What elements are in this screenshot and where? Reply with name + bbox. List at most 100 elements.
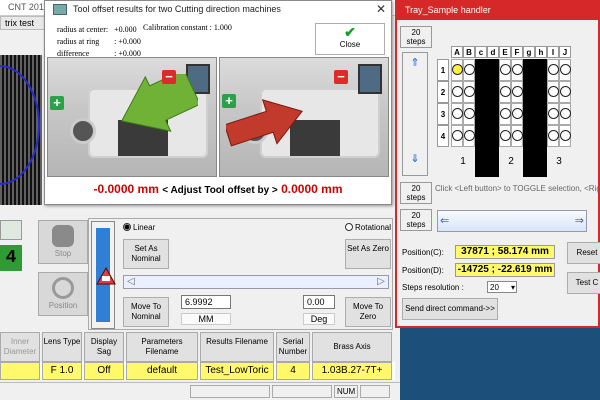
rotation-value-field[interactable]: 0.00 bbox=[303, 295, 335, 309]
row-header[interactable]: 1 bbox=[437, 59, 449, 81]
rotational-radio[interactable]: Rotational bbox=[345, 223, 391, 232]
empty-slot[interactable] bbox=[475, 125, 487, 147]
row-header[interactable]: 2 bbox=[437, 81, 449, 103]
dialog-titlebar: Tool offset results for two Cutting dire… bbox=[45, 1, 391, 19]
column-header[interactable]: F bbox=[511, 46, 523, 58]
sample-well[interactable] bbox=[547, 103, 559, 125]
sample-well[interactable] bbox=[559, 103, 571, 125]
tab-trix-test[interactable]: trix test bbox=[0, 16, 50, 30]
close-button[interactable]: ✔ Close bbox=[315, 23, 385, 55]
radius-ring-value: : +0.000 bbox=[114, 37, 141, 46]
sample-well[interactable] bbox=[499, 125, 511, 147]
header-serial-number[interactable]: Serial Number bbox=[276, 332, 310, 362]
sample-well[interactable] bbox=[511, 81, 523, 103]
sample-well[interactable] bbox=[511, 59, 523, 81]
empty-slot[interactable] bbox=[475, 81, 487, 103]
empty-slot[interactable] bbox=[535, 81, 547, 103]
column-header[interactable]: J bbox=[559, 46, 571, 58]
test-button[interactable]: Test C bbox=[567, 272, 600, 294]
sample-well[interactable] bbox=[511, 103, 523, 125]
sample-well[interactable] bbox=[559, 125, 571, 147]
well-circle bbox=[512, 86, 523, 97]
tray-sample-handler-window: Tray_Sample handler 20 steps ⇑ ⇓ ABcdEFg… bbox=[395, 0, 600, 328]
send-direct-command-button[interactable]: Send direct command->> bbox=[402, 298, 498, 320]
column-header[interactable]: h bbox=[535, 46, 547, 58]
well-circle bbox=[452, 130, 463, 141]
header-brass-axis[interactable]: Brass Axis bbox=[312, 332, 392, 362]
header-results-filename[interactable]: Results Filename bbox=[200, 332, 274, 362]
column-header[interactable]: I bbox=[547, 46, 559, 58]
sample-well[interactable] bbox=[547, 81, 559, 103]
empty-slot[interactable] bbox=[535, 59, 547, 81]
position-button[interactable]: Position bbox=[38, 272, 88, 316]
linear-value-field[interactable]: 6.9992 bbox=[181, 295, 231, 309]
empty-slot[interactable] bbox=[487, 103, 499, 125]
sample-well[interactable] bbox=[499, 81, 511, 103]
sample-well[interactable] bbox=[511, 125, 523, 147]
sample-well[interactable] bbox=[499, 103, 511, 125]
sample-well[interactable] bbox=[499, 59, 511, 81]
steps-horizontal-button[interactable]: 20 steps bbox=[400, 209, 432, 231]
header-parameters-filename[interactable]: Parameters Filename bbox=[126, 332, 198, 362]
empty-slot[interactable] bbox=[487, 81, 499, 103]
horizontal-scroller[interactable]: ⇐ ⇒ bbox=[437, 210, 587, 232]
sample-well[interactable] bbox=[559, 59, 571, 81]
arrow-left-icon[interactable]: ⇐ bbox=[440, 214, 449, 227]
header-inner-diameter[interactable]: Inner Diameter bbox=[0, 332, 40, 362]
reset-button[interactable]: Reset bbox=[567, 242, 600, 264]
sample-well[interactable] bbox=[451, 81, 463, 103]
set-as-zero-button[interactable]: Set As Zero bbox=[345, 239, 391, 269]
arrow-right-icon[interactable]: ⇒ bbox=[575, 214, 584, 227]
empty-slot[interactable] bbox=[523, 103, 535, 125]
empty-slot[interactable] bbox=[523, 125, 535, 147]
linear-radio[interactable]: Linear bbox=[123, 223, 155, 232]
column-header[interactable]: A bbox=[451, 46, 463, 58]
status-cell bbox=[360, 385, 390, 398]
radio-dot bbox=[345, 223, 353, 231]
steps-resolution-select[interactable]: 20 bbox=[487, 281, 517, 293]
sample-well[interactable] bbox=[559, 81, 571, 103]
set-as-nominal-button[interactable]: Set As Nominal bbox=[123, 239, 169, 269]
parameter-headers: Inner Diameter Lens Type Display Sag Par… bbox=[0, 332, 395, 362]
sample-well[interactable] bbox=[451, 59, 463, 81]
close-icon[interactable]: ✕ bbox=[373, 2, 389, 18]
header-lens-type[interactable]: Lens Type bbox=[42, 332, 82, 362]
warning-icon bbox=[96, 267, 116, 285]
vertical-scroller[interactable]: ⇑ ⇓ bbox=[402, 52, 428, 176]
sample-well[interactable] bbox=[463, 59, 475, 81]
main-title: CNT 2019 bbox=[8, 2, 49, 12]
position-slider[interactable]: ◁ ▷ bbox=[123, 275, 389, 289]
column-header[interactable]: c bbox=[475, 46, 487, 58]
sample-well[interactable] bbox=[451, 125, 463, 147]
steps-mid-button[interactable]: 20 steps bbox=[400, 182, 432, 204]
row-header[interactable]: 4 bbox=[437, 125, 449, 147]
steps-up-button[interactable]: 20 steps bbox=[400, 26, 432, 48]
sample-well[interactable] bbox=[463, 103, 475, 125]
sample-well[interactable] bbox=[547, 125, 559, 147]
column-header[interactable]: d bbox=[487, 46, 499, 58]
empty-slot[interactable] bbox=[523, 59, 535, 81]
empty-slot[interactable] bbox=[535, 125, 547, 147]
header-display-sag[interactable]: Display Sag bbox=[84, 332, 124, 362]
arrow-up-icon[interactable]: ⇑ bbox=[405, 56, 425, 76]
stop-button[interactable]: Stop bbox=[38, 220, 88, 264]
empty-slot[interactable] bbox=[487, 125, 499, 147]
empty-slot[interactable] bbox=[487, 59, 499, 81]
column-header[interactable]: g bbox=[523, 46, 535, 58]
move-to-zero-button[interactable]: Move To Zero bbox=[345, 297, 391, 327]
sample-well[interactable] bbox=[451, 103, 463, 125]
empty-slot[interactable] bbox=[475, 59, 487, 81]
sample-well[interactable] bbox=[547, 59, 559, 81]
rotational-radio-label: Rotational bbox=[355, 223, 392, 232]
sample-well[interactable] bbox=[463, 125, 475, 147]
sample-well[interactable] bbox=[463, 81, 475, 103]
column-header[interactable]: B bbox=[463, 46, 475, 58]
empty-slot[interactable] bbox=[475, 103, 487, 125]
row-header[interactable]: 3 bbox=[437, 103, 449, 125]
empty-slot[interactable] bbox=[523, 81, 535, 103]
arrow-down-icon[interactable]: ⇓ bbox=[405, 152, 425, 172]
empty-slot[interactable] bbox=[535, 103, 547, 125]
column-header[interactable]: E bbox=[499, 46, 511, 58]
move-to-nominal-button[interactable]: Move To Nominal bbox=[123, 297, 169, 327]
lcd-box bbox=[0, 220, 22, 240]
